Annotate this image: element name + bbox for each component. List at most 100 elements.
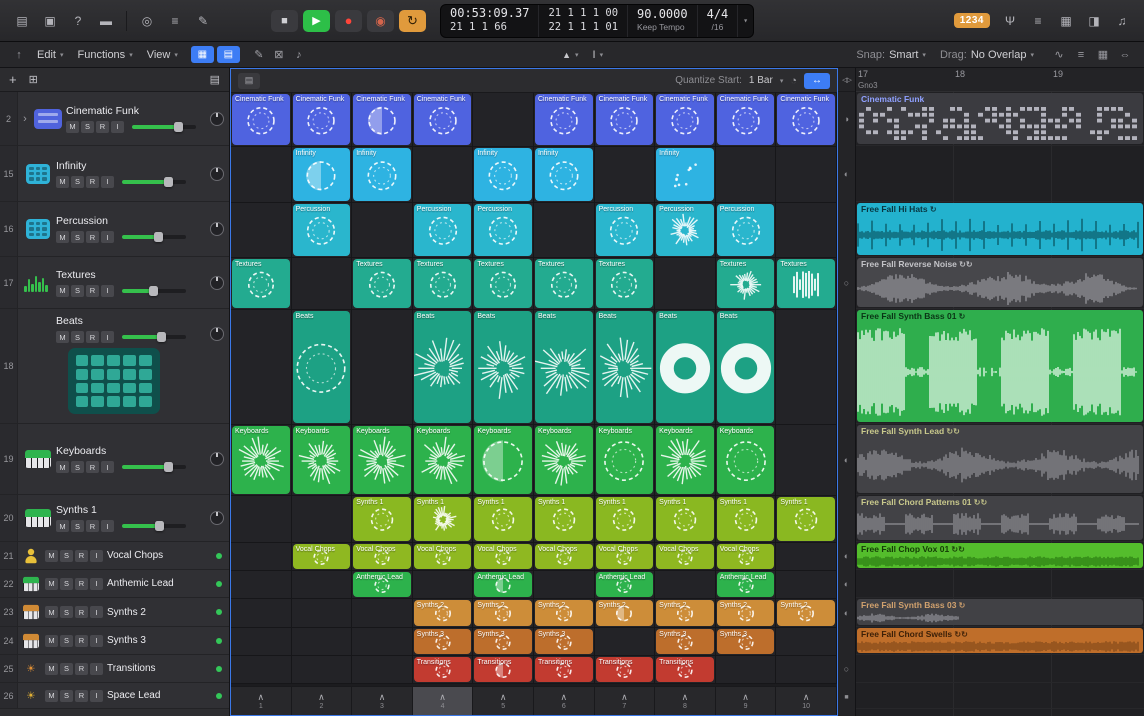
grid-bottom-icon[interactable]: ■ xyxy=(838,683,855,712)
loop-cell-vocal-chops-col2[interactable]: Vocal Chops xyxy=(292,543,353,571)
grid-settings-icon[interactable]: ▤ xyxy=(238,73,260,89)
loop-cell-textures-col7[interactable]: Textures xyxy=(595,258,656,310)
region-cinematic-funk[interactable]: Cinematic Funk xyxy=(857,93,1143,144)
track-header-synths-2[interactable]: 23MSRISynths 2 xyxy=(0,598,229,627)
zoom-h-icon[interactable]: ▦ xyxy=(1092,46,1114,63)
loop-cell-synths-1-col9[interactable]: Synths 1 xyxy=(716,496,777,543)
countdown-icon[interactable]: ◔ xyxy=(790,75,797,87)
record-button[interactable]: ● xyxy=(335,10,362,32)
add-track-button[interactable]: + xyxy=(9,72,17,87)
drag-menu[interactable]: Drag: No Overlap ▾ xyxy=(940,49,1034,61)
loop-cell-anthemic-lead-col3[interactable]: Anthemic Lead xyxy=(352,571,413,599)
volume-slider[interactable] xyxy=(132,125,196,129)
mute-button[interactable]: M xyxy=(45,550,58,562)
volume-slider[interactable] xyxy=(122,235,186,239)
loop-cell-textures-col2[interactable] xyxy=(292,258,353,310)
region-free-fall-chord-swells[interactable]: Free Fall Chord Swells ↻↻ xyxy=(857,628,1143,653)
loop-cell-synths-2-col3[interactable] xyxy=(352,599,413,628)
tuner-icon[interactable]: Ψ xyxy=(998,11,1022,31)
solo-button[interactable]: S xyxy=(60,606,73,618)
volume-slider[interactable] xyxy=(122,524,186,528)
grid-performance-toggle[interactable]: ↔ xyxy=(804,73,830,89)
loop-cell-infinity-col9[interactable] xyxy=(716,147,777,203)
region-free-fall-synth-bass-01[interactable]: Free Fall Synth Bass 01 ↻ xyxy=(857,310,1143,422)
loop-cell-synths-3-col9[interactable]: Synths 3 xyxy=(716,628,777,656)
loop-cell-anthemic-lead-col1[interactable] xyxy=(231,571,292,599)
stop-button[interactable]: ■ xyxy=(271,10,298,32)
loop-cell-keyboards-col9[interactable]: Keyboards xyxy=(716,425,777,496)
loop-cell-cinematic-funk-col1[interactable]: Cinematic Funk xyxy=(231,93,292,147)
loop-cell-infinity-col8[interactable]: Infinity xyxy=(655,147,716,203)
row-mode-icon-vocal-chops[interactable]: ◐ xyxy=(838,542,855,570)
loop-cell-percussion-col2[interactable]: Percussion xyxy=(292,203,353,258)
loop-cell-vocal-chops-col7[interactable]: Vocal Chops xyxy=(595,543,656,571)
smart-controls-icon[interactable]: ◎ xyxy=(135,11,159,31)
solo-button[interactable]: S xyxy=(81,121,94,133)
loop-cell-textures-col1[interactable]: Textures xyxy=(231,258,292,310)
loop-cell-percussion-col10[interactable] xyxy=(776,203,837,258)
media-browser-icon[interactable]: ♫ xyxy=(1110,11,1134,31)
back-button[interactable]: ↑ xyxy=(8,46,30,63)
loop-cell-anthemic-lead-col5[interactable]: Anthemic Lead xyxy=(473,571,534,599)
loop-cell-anthemic-lead-col7[interactable]: Anthemic Lead xyxy=(595,571,656,599)
loop-cell-beats-col8[interactable]: Beats xyxy=(655,310,716,425)
solo-button[interactable]: S xyxy=(60,690,73,702)
loop-cell-infinity-col1[interactable] xyxy=(231,147,292,203)
scene-trigger-2[interactable]: ∧2 xyxy=(292,687,353,715)
loop-cell-percussion-col9[interactable]: Percussion xyxy=(716,203,777,258)
loop-cell-beats-col9[interactable]: Beats xyxy=(716,310,777,425)
loop-cell-percussion-col3[interactable] xyxy=(352,203,413,258)
track-header-cinematic-funk[interactable]: 2›Cinematic FunkMSRI xyxy=(0,92,229,146)
loop-cell-textures-col3[interactable]: Textures xyxy=(352,258,413,310)
loop-cell-transitions-col2[interactable] xyxy=(292,656,353,684)
note-pads-icon[interactable]: ◨ xyxy=(1082,11,1106,31)
tracks-view-button[interactable]: ▤ xyxy=(217,46,240,63)
region-free-fall-chop-vox-01[interactable]: Free Fall Chop Vox 01 ↻↻ xyxy=(857,543,1143,568)
lcd-options-chevron-icon[interactable]: ▾ xyxy=(738,5,753,37)
record-enable-button[interactable]: R xyxy=(75,690,88,702)
duplicate-track-button[interactable]: ⊞ xyxy=(29,73,38,86)
loop-cell-cinematic-funk-col5[interactable] xyxy=(473,93,534,147)
solo-button[interactable]: S xyxy=(71,231,84,243)
list-icon[interactable]: ≡ xyxy=(1070,46,1092,63)
lcd-position-section[interactable]: 21 1 1 1 00 22 1 1 1 01 xyxy=(539,5,628,37)
loop-cell-keyboards-col6[interactable]: Keyboards xyxy=(534,425,595,496)
scene-trigger-1[interactable]: ∧1 xyxy=(231,687,292,715)
zoom-v-icon[interactable]: ⇔ xyxy=(1114,46,1136,63)
volume-slider[interactable] xyxy=(122,465,186,469)
scene-trigger-8[interactable]: ∧8 xyxy=(655,687,716,715)
row-mode-icon-transitions[interactable]: ○ xyxy=(838,655,855,683)
row-mode-icon-cinematic-funk[interactable]: ◑ xyxy=(838,92,855,146)
library-icon[interactable]: ▤ xyxy=(10,11,34,31)
record-enable-button[interactable]: R xyxy=(75,663,88,675)
scene-trigger-4[interactable]: ∧4 xyxy=(413,687,474,715)
loop-cell-vocal-chops-col10[interactable] xyxy=(776,543,837,571)
record-enable-button[interactable]: R xyxy=(96,121,109,133)
pan-knob[interactable] xyxy=(210,222,224,236)
mute-button[interactable]: M xyxy=(56,285,69,297)
flex-mode-icon[interactable]: ∿ xyxy=(1048,46,1070,63)
row-mode-icon-textures[interactable]: ○ xyxy=(838,257,855,309)
loop-cell-vocal-chops-col4[interactable]: Vocal Chops xyxy=(413,543,474,571)
scene-trigger-10[interactable]: ∧10 xyxy=(776,687,837,715)
track-header-vocal-chops[interactable]: 21MSRIVocal Chops xyxy=(0,542,229,570)
solo-button[interactable]: S xyxy=(60,550,73,562)
input-monitor-button[interactable]: I xyxy=(111,121,124,133)
loop-cell-vocal-chops-col9[interactable]: Vocal Chops xyxy=(716,543,777,571)
track-header-infinity[interactable]: 15InfinityMSRI xyxy=(0,146,229,202)
loop-cell-textures-col9[interactable]: Textures xyxy=(716,258,777,310)
loop-cell-cinematic-funk-col3[interactable]: Cinematic Funk xyxy=(352,93,413,147)
loop-cell-synths-1-col4[interactable]: Synths 1 xyxy=(413,496,474,543)
input-monitor-button[interactable]: I xyxy=(101,520,114,532)
track-header-percussion[interactable]: 16PercussionMSRI xyxy=(0,202,229,257)
loop-cell-synths-2-col2[interactable] xyxy=(292,599,353,628)
input-monitor-button[interactable]: I xyxy=(90,550,103,562)
record-enable-button[interactable]: R xyxy=(86,520,99,532)
count-in-badge[interactable]: 1234 xyxy=(954,13,990,28)
loop-cell-vocal-chops-col6[interactable]: Vocal Chops xyxy=(534,543,595,571)
record-enable-button[interactable]: R xyxy=(86,285,99,297)
track-header-anthemic-lead[interactable]: 22MSRIAnthemic Lead xyxy=(0,570,229,598)
loop-cell-synths-3-col7[interactable] xyxy=(595,628,656,656)
loop-cell-infinity-col5[interactable]: Infinity xyxy=(473,147,534,203)
loop-cell-synths-3-col2[interactable] xyxy=(292,628,353,656)
